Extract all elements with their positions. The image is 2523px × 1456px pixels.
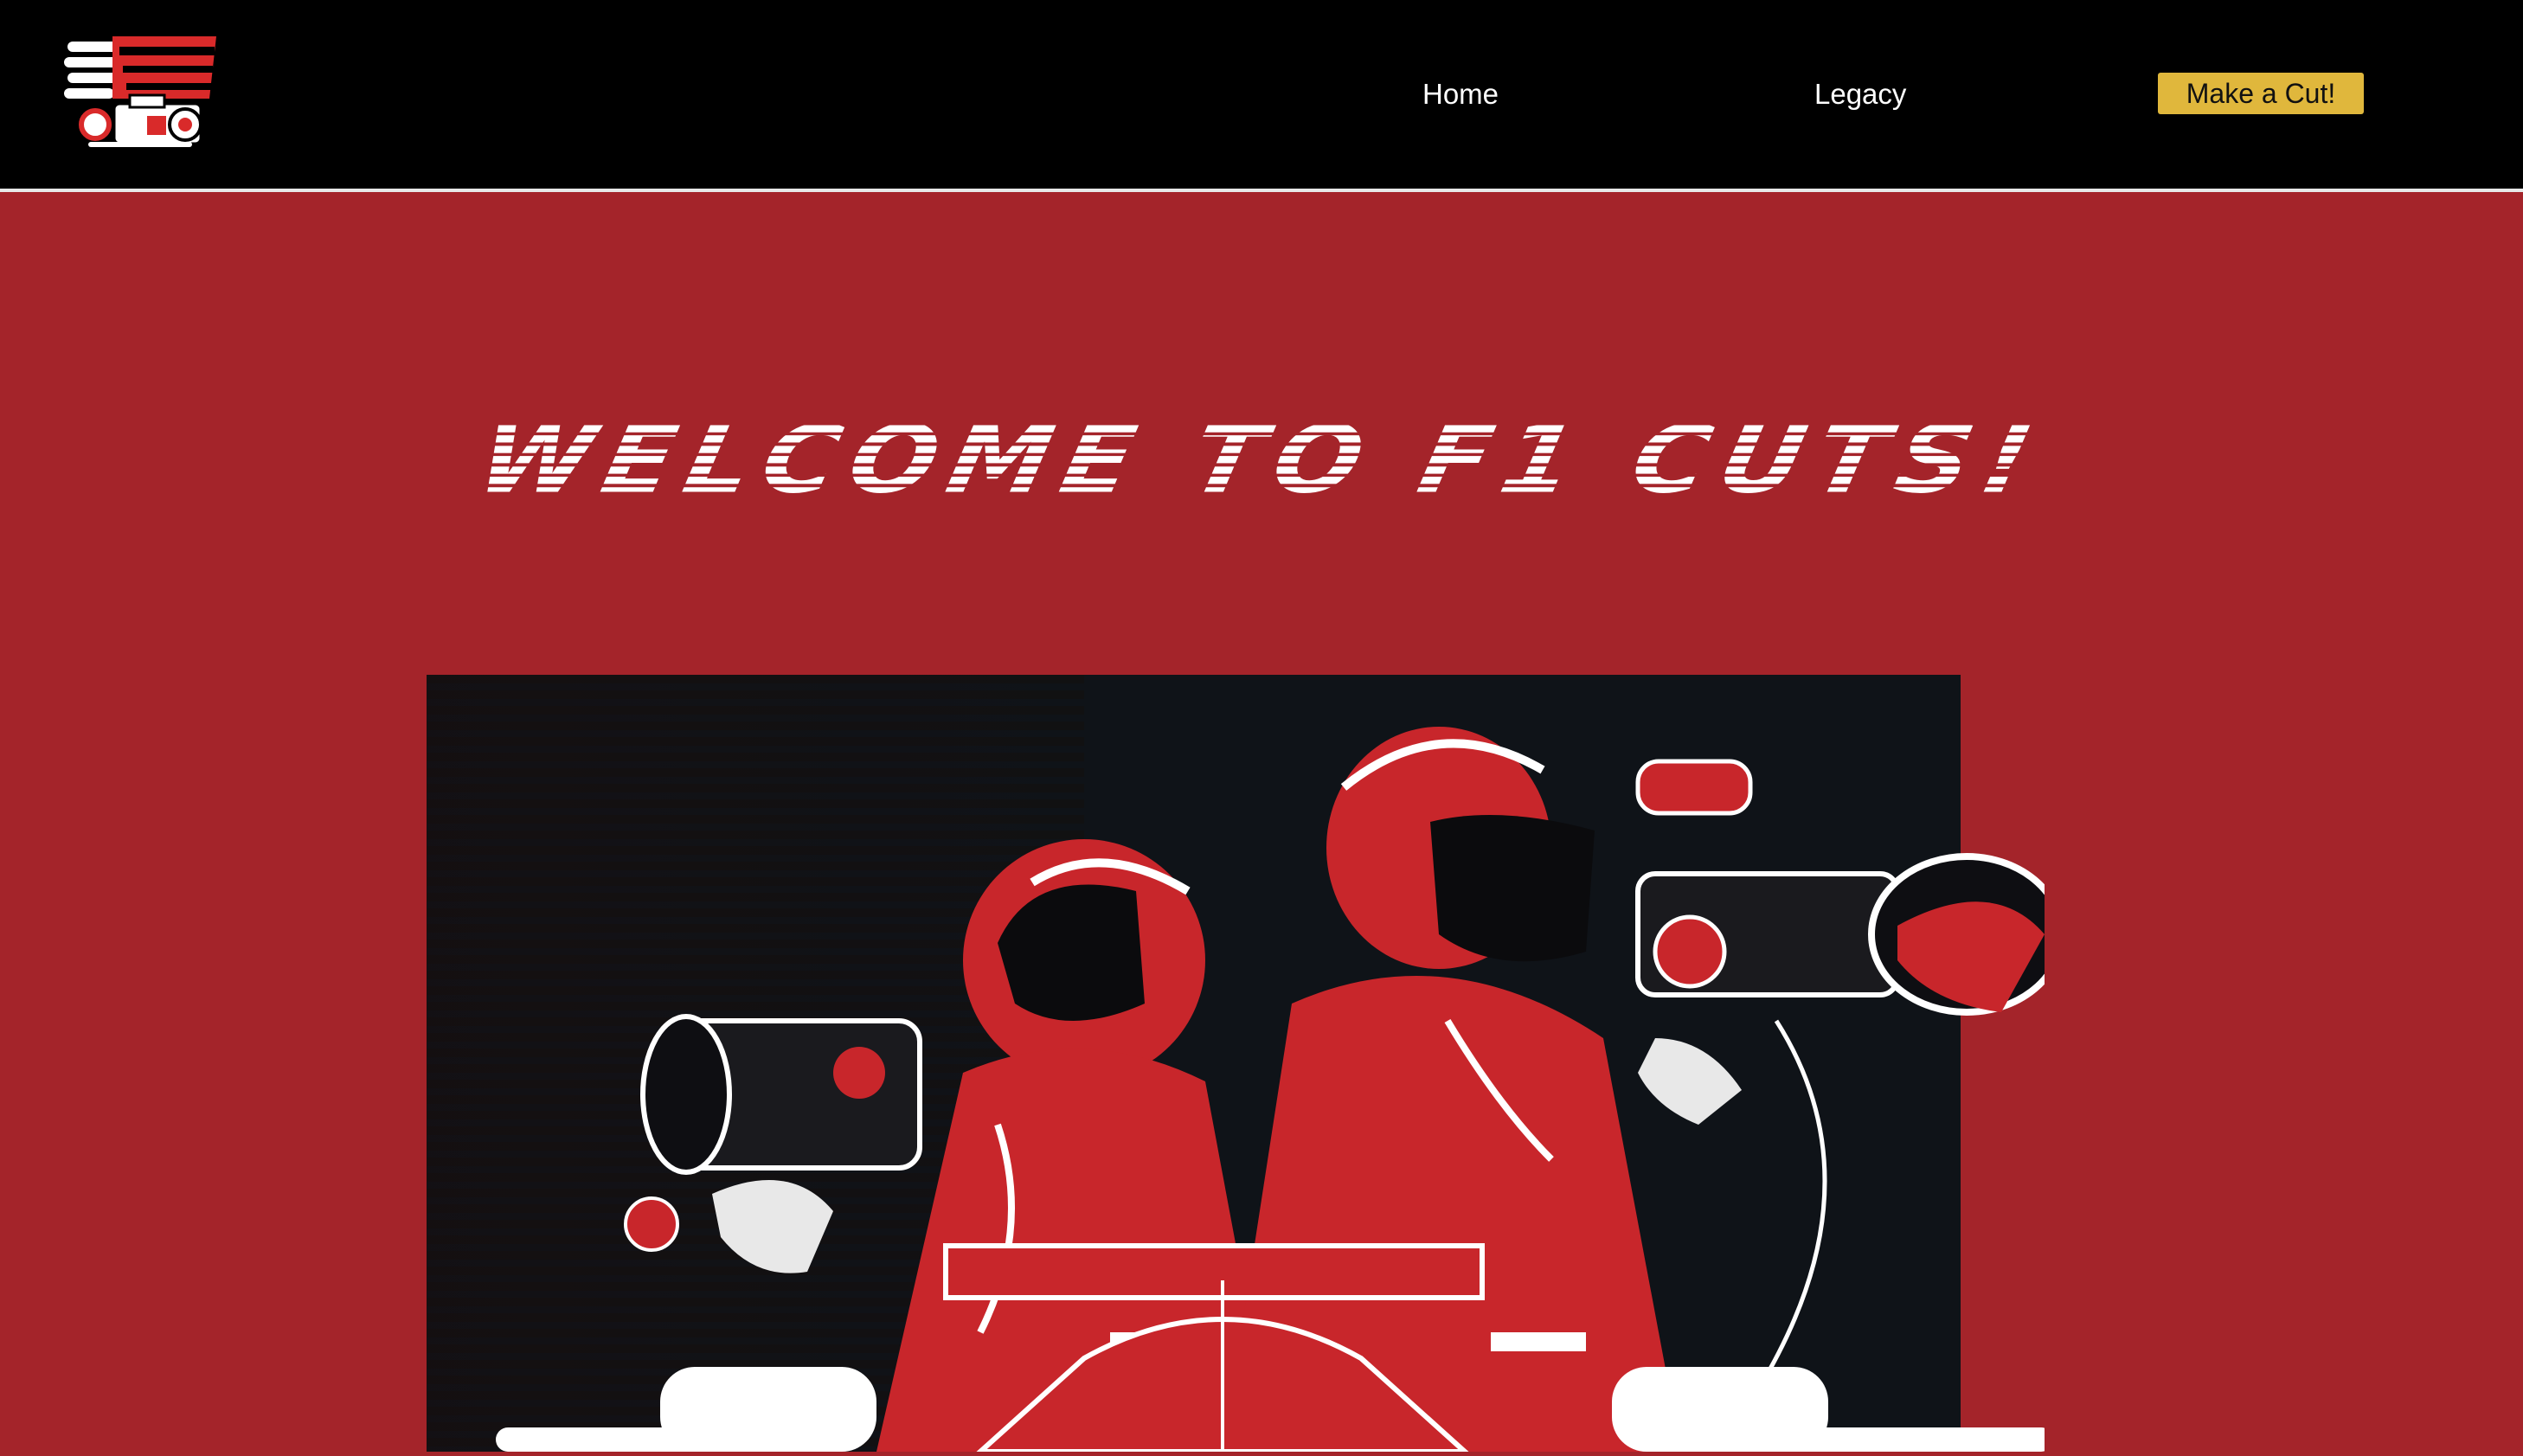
hero-title-text: Welcome to F1 Cuts! <box>443 405 2080 515</box>
nav-home-link[interactable]: Home <box>1422 73 1499 116</box>
make-a-cut-button[interactable]: Make a Cut! <box>2158 73 2364 114</box>
navbar: Home Legacy Make a Cut! <box>0 0 2523 192</box>
hero-title: Welcome to F1 Cuts! <box>0 400 2523 519</box>
hero-illustration-icon <box>427 675 2065 1454</box>
logo-icon[interactable] <box>64 35 220 151</box>
nav-legacy-link[interactable]: Legacy <box>1814 73 1906 116</box>
